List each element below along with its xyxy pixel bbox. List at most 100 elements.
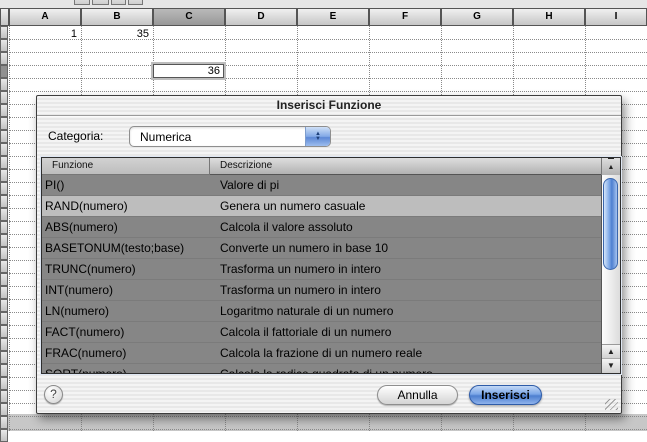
row-header[interactable] [0, 299, 8, 312]
dialog-title: Inserisci Funzione [37, 96, 621, 116]
column-header-b[interactable]: B [81, 8, 153, 26]
list-item[interactable]: RAND(numero) Genera un numero casuale [42, 196, 601, 217]
row-header[interactable] [0, 273, 8, 286]
row-header[interactable] [0, 39, 8, 52]
sort-order-icon[interactable]: ▲ [601, 158, 620, 175]
formula-bar: C4 ▾ fx ✕ ✓ =A1+B1 [0, 0, 647, 8]
fx-icon[interactable]: fx [92, 0, 109, 5]
list-item[interactable]: TRUNC(numero)Trasforma un numero in inte… [42, 259, 601, 280]
resize-handle[interactable] [605, 399, 618, 410]
category-label: Categoria: [48, 129, 103, 143]
function-description: Calcola il fattoriale di un numero [220, 322, 597, 343]
row-header[interactable] [0, 338, 8, 351]
row-header[interactable] [0, 325, 8, 338]
cell-a1[interactable]: 1 [9, 28, 80, 40]
category-popup[interactable]: Numerica ▲▼ [129, 126, 331, 147]
row-header[interactable] [0, 364, 8, 377]
formula-text[interactable]: =A1+B1 [148, 0, 188, 8]
row-header[interactable] [0, 65, 8, 78]
list-item[interactable]: LN(numero)Logaritmo naturale di un numer… [42, 301, 601, 322]
column-header-h[interactable]: H [513, 8, 585, 26]
row-header[interactable] [0, 234, 8, 247]
list-item[interactable]: SQRT(numero) Calcola la radice quadrata d… [42, 364, 601, 373]
column-header-descrizione[interactable]: Descrizione [210, 158, 601, 175]
column-header-g[interactable]: G [441, 8, 513, 26]
function-list: Funzione Descrizione ▲ PI()Valore di pi … [41, 157, 621, 374]
gridline [9, 416, 647, 417]
row-header[interactable] [0, 91, 8, 104]
function-name: FRAC(numero) [45, 343, 210, 364]
column-header-d[interactable]: D [225, 8, 297, 26]
column-header-i[interactable]: I [585, 8, 647, 26]
list-item[interactable]: PI()Valore di pi [42, 175, 601, 196]
row-header[interactable] [0, 247, 8, 260]
insert-function-dialog: Inserisci Funzione Categoria: Numerica ▲… [36, 95, 622, 414]
row-header[interactable] [0, 104, 8, 117]
cell-reference[interactable]: C4 [6, 0, 20, 8]
row-header[interactable] [0, 26, 8, 39]
gridline [9, 65, 647, 66]
column-header-funzione[interactable]: Funzione [42, 158, 210, 175]
function-name: SQRT(numero) [45, 364, 210, 373]
row-header[interactable] [0, 403, 8, 416]
row-header[interactable] [0, 182, 8, 195]
function-description: Calcola il valore assoluto [220, 217, 597, 238]
row-header[interactable] [0, 130, 8, 143]
row-header[interactable] [0, 390, 8, 403]
row-header[interactable] [0, 351, 8, 364]
row-header[interactable] [0, 78, 8, 91]
row-header[interactable] [0, 377, 8, 390]
row-header[interactable] [0, 143, 8, 156]
list-header: Funzione Descrizione ▲ [42, 158, 620, 175]
row-header[interactable] [0, 52, 8, 65]
row-header[interactable] [0, 195, 8, 208]
scroll-up-icon[interactable]: ▲ [602, 344, 620, 359]
list-body: PI()Valore di pi RAND(numero) Genera un n… [42, 175, 601, 373]
list-item[interactable]: INT(numero)Trasforma un numero in intero [42, 280, 601, 301]
cancel-entry-icon[interactable]: ✕ [111, 0, 126, 5]
cell-b1[interactable]: 35 [81, 28, 152, 40]
insert-button[interactable]: Inserisci [469, 385, 542, 405]
function-name: ABS(numero) [45, 217, 210, 238]
column-header-a[interactable]: A [9, 8, 81, 26]
row-header[interactable] [0, 117, 8, 130]
gridline [9, 78, 647, 79]
accept-entry-icon[interactable]: ✓ [128, 0, 143, 5]
list-item[interactable]: FACT(numero)Calcola il fattoriale di un … [42, 322, 601, 343]
function-name: RAND(numero) [45, 196, 210, 217]
row-header[interactable] [0, 416, 8, 429]
help-button[interactable]: ? [44, 385, 63, 404]
function-description: Calcola la frazione di un numero reale [220, 343, 597, 364]
popup-arrows-icon: ▲▼ [305, 127, 330, 146]
function-description: Logaritmo naturale di un numero [220, 301, 597, 322]
row-header[interactable] [0, 312, 8, 325]
row-header[interactable] [0, 221, 8, 234]
select-all-corner[interactable] [0, 8, 9, 26]
list-item[interactable]: BASETONUM(testo;base)Converte un numero … [42, 238, 601, 259]
row-header[interactable] [0, 260, 8, 273]
function-description: Genera un numero casuale [220, 196, 597, 217]
scroll-down-icon[interactable]: ▼ [602, 358, 620, 373]
column-header-f[interactable]: F [369, 8, 441, 26]
function-name: PI() [45, 175, 210, 196]
gridline [9, 52, 647, 53]
scrollbar[interactable]: ▲ ▼ [601, 175, 620, 373]
row-header[interactable] [0, 286, 8, 299]
cancel-button[interactable]: Annulla [377, 385, 458, 405]
chevron-down-icon[interactable]: ▾ [74, 0, 90, 5]
selected-cell-c4[interactable]: 36 [153, 64, 224, 78]
row-header[interactable] [0, 169, 8, 182]
category-popup-value: Numerica [140, 127, 191, 147]
column-header-e[interactable]: E [297, 8, 369, 26]
function-name: INT(numero) [45, 280, 210, 301]
row-header[interactable] [0, 156, 8, 169]
scrollbar-thumb[interactable] [603, 178, 618, 270]
gridline [9, 429, 647, 430]
list-item[interactable]: FRAC(numero) Calcola la frazione di un nu… [42, 343, 601, 364]
row-header[interactable] [0, 208, 8, 221]
column-header-c[interactable]: C [153, 8, 225, 26]
list-item[interactable]: ABS(numero) Calcola il valore assoluto [42, 217, 601, 238]
gridline [9, 91, 647, 92]
function-description: Calcola la radice quadrata di un numero [220, 364, 597, 373]
function-description: Converte un numero in base 10 [220, 238, 597, 259]
